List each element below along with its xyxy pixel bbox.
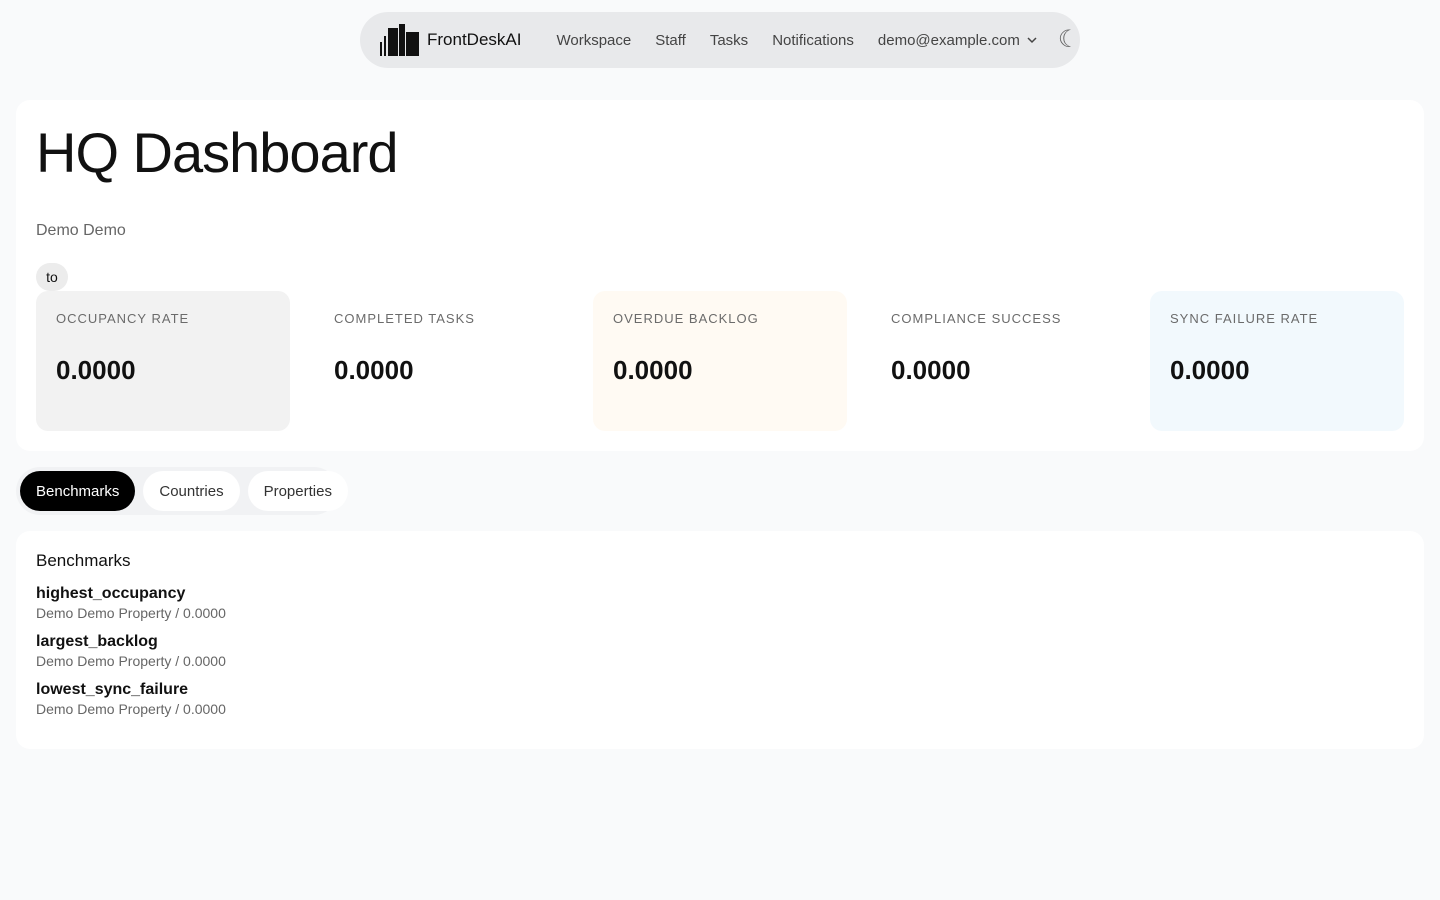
metrics-row: OCCUPANCY RATE 0.0000 COMPLETED TASKS 0.… [36,291,1404,431]
dark-mode-toggle-icon[interactable]: ☾ [1058,28,1080,52]
buildings-logo-icon [380,24,419,56]
benchmarks-title: Benchmarks [36,551,131,570]
metric-card-occupancy-rate: OCCUPANCY RATE 0.0000 [36,291,290,431]
benchmark-name: highest_occupancy [36,585,186,602]
tab-properties[interactable]: Properties [247,471,348,511]
metric-label: SYNC FAILURE RATE [1170,311,1319,326]
metric-card-sync-failure-rate: SYNC FAILURE RATE 0.0000 [1150,291,1404,431]
hero-card: HQ Dashboard Demo Demo to OCCUPANCY RATE… [16,100,1424,451]
metric-value: 0.0000 [56,355,136,385]
nav-link-workspace[interactable]: Workspace [556,32,631,49]
subtitle: Demo Demo [36,222,126,239]
top-nav: FrontDeskAI Workspace Staff Tasks Notifi… [360,12,1080,68]
benchmarks-card: Benchmarks highest_occupancy Demo Demo P… [16,531,1424,749]
page-title: HQ Dashboard [36,121,399,184]
metric-label: OCCUPANCY RATE [56,311,190,326]
metric-value: 0.0000 [334,355,414,385]
metric-label: OVERDUE BACKLOG [613,311,759,326]
benchmark-name: largest_backlog [36,633,158,650]
user-menu[interactable]: demo@example.com [878,32,1038,49]
nav-link-notifications[interactable]: Notifications [772,32,854,49]
benchmark-detail: Demo Demo Property / 0.0000 [36,605,226,621]
list-item: highest_occupancy Demo Demo Property / 0… [36,585,1404,621]
date-range-chip[interactable]: to [36,263,68,291]
view-tabs: Benchmarks Countries Properties [16,467,348,515]
benchmark-detail: Demo Demo Property / 0.0000 [36,653,226,669]
metric-card-overdue-backlog: OVERDUE BACKLOG 0.0000 [593,291,847,431]
tab-countries[interactable]: Countries [143,471,240,511]
user-email: demo@example.com [877,31,1020,49]
list-item: largest_backlog Demo Demo Property / 0.0… [36,633,1404,669]
benchmark-detail: Demo Demo Property / 0.0000 [36,701,226,717]
metric-value: 0.0000 [1170,355,1250,385]
tab-benchmarks[interactable]: Benchmarks [20,471,136,511]
chevron-down-icon [1027,37,1037,44]
metric-card-completed-tasks: COMPLETED TASKS 0.0000 [314,291,568,431]
nav-link-tasks[interactable]: Tasks [710,32,748,49]
metric-card-compliance-success: COMPLIANCE SUCCESS 0.0000 [871,291,1125,431]
metric-value: 0.0000 [891,355,971,385]
metric-value: 0.0000 [613,355,693,385]
metric-label: COMPLIANCE SUCCESS [891,311,1062,326]
benchmark-name: lowest_sync_failure [36,681,189,698]
metric-label: COMPLETED TASKS [334,311,475,326]
brand-name: FrontDeskAI [427,30,522,49]
brand[interactable]: FrontDeskAI [380,24,521,56]
list-item: lowest_sync_failure Demo Demo Property /… [36,681,1404,717]
nav-link-staff[interactable]: Staff [655,32,686,49]
